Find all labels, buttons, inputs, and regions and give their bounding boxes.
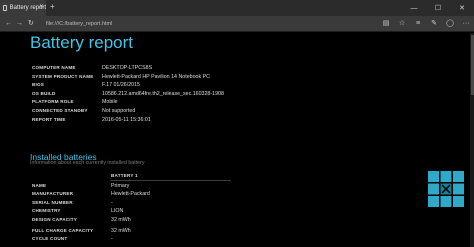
more-icon[interactable]: ··· <box>462 19 470 28</box>
row-value: DESKTOP-LTPCS8S <box>102 65 153 71</box>
divider <box>111 180 231 181</box>
toolbar-icons: ▤ ☆ ≡ ✎ ◯ ··· <box>382 19 470 28</box>
page-icon <box>3 5 7 11</box>
table-row: COMPUTER NAME DESKTOP-LTPCS8S <box>32 64 224 73</box>
row-label: FULL CHARGE CAPACITY <box>32 227 94 233</box>
table-row: SYSTEM PRODUCT NAME Hewlett-Packard HP P… <box>32 73 224 82</box>
url-field[interactable]: file:///C:/battery_report.html <box>46 19 216 29</box>
table-row: DESIGN CAPACITY 32 mWh <box>32 216 231 224</box>
table-row: FULL CHARGE CAPACITY 32 mWh <box>32 227 231 235</box>
table-row: OS BUILD 10586.212.amd64fre.th2_release_… <box>32 90 224 99</box>
table-row: CHEMISTRY LION <box>32 207 231 215</box>
table-row: PLATFORM ROLE Mobile <box>32 98 224 107</box>
row-value: 32 mWh <box>111 216 131 223</box>
row-label: BIOS <box>32 82 45 88</box>
web-note-icon[interactable]: ✎ <box>430 19 438 28</box>
row-label: CHEMISTRY <box>32 208 61 214</box>
window-controls: — ☐ ✕ <box>402 0 474 16</box>
header-spacer <box>32 171 111 180</box>
share-icon[interactable]: ◯ <box>446 19 454 28</box>
row-value: Hewlett-Packard <box>111 191 150 198</box>
row-value: F.17 01/26/2015 <box>102 82 140 89</box>
minimize-icon[interactable]: — <box>402 0 426 16</box>
vertical-scrollbar[interactable] <box>470 33 474 247</box>
row-label: CONNECTED STANDBY <box>32 107 88 113</box>
row-label: DESIGN CAPACITY <box>32 216 78 222</box>
table-row: BIOS F.17 01/26/2015 <box>32 81 224 90</box>
row-value: - <box>111 199 113 206</box>
table-row: CYCLE COUNT - <box>32 235 231 243</box>
row-value: 10586.212.amd64fre.th2_release_sec.16032… <box>102 90 224 97</box>
new-tab-icon[interactable]: + <box>50 3 55 11</box>
row-label: REPORT TIME <box>32 116 66 122</box>
close-icon[interactable]: ✕ <box>450 0 474 16</box>
table-header: BATTERY 1 <box>32 171 231 180</box>
favorite-star-icon[interactable]: ☆ <box>398 19 406 28</box>
row-value: - <box>111 236 113 243</box>
system-info-table: COMPUTER NAME DESKTOP-LTPCS8S SYSTEM PRO… <box>32 64 224 124</box>
address-bar: ← → ↻ file:///C:/battery_report.html ▤ ☆… <box>0 16 474 32</box>
page-title: Battery report <box>30 33 133 52</box>
table-row: MANUFACTURER Hewlett-Packard <box>32 190 231 198</box>
row-value: 2016-05-11 15:36:01 <box>102 116 151 123</box>
row-value: LION <box>111 208 124 215</box>
title-bar: Battery report ✕ + — ☐ ✕ <box>0 0 474 16</box>
row-value: Primary <box>111 183 130 189</box>
table-row: REPORT TIME 2016-05-11 15:36:01 <box>32 116 224 125</box>
page-content: Battery report COMPUTER NAME DESKTOP-LTP… <box>0 33 474 247</box>
row-value: Hewlett-Packard HP Pavilion 14 Notebook … <box>102 73 210 80</box>
forward-icon[interactable]: → <box>16 19 23 28</box>
row-label: COMPUTER NAME <box>32 65 76 70</box>
row-value: 32 mWh <box>111 227 131 234</box>
table-row: NAME Primary <box>32 182 231 190</box>
close-tab-icon[interactable]: ✕ <box>39 4 44 10</box>
row-label: OS BUILD <box>32 90 56 96</box>
table-row: CONNECTED STANDBY Not supported <box>32 107 224 116</box>
hub-icon[interactable]: ≡ <box>414 19 422 28</box>
tab-battery-report[interactable]: Battery report ✕ <box>0 0 46 16</box>
installed-batteries-table: BATTERY 1 NAME Primary MANUFACTURER Hewl… <box>32 171 231 244</box>
row-label: NAME <box>32 183 47 188</box>
row-label: SYSTEM PRODUCT NAME <box>32 73 94 79</box>
reading-view-icon[interactable]: ▤ <box>382 19 390 28</box>
section-subtitle: Information about each currently install… <box>30 160 145 166</box>
table-row: SERIAL NUMBER - <box>32 199 231 207</box>
refresh-icon[interactable]: ↻ <box>28 19 34 28</box>
column-header: BATTERY 1 <box>111 173 138 178</box>
row-label: CYCLE COUNT <box>32 236 68 242</box>
row-label: SERIAL NUMBER <box>32 199 73 205</box>
row-label: PLATFORM ROLE <box>32 99 74 105</box>
row-value: Not supported <box>102 107 136 114</box>
maximize-icon[interactable]: ☐ <box>426 0 450 16</box>
row-label: MANUFACTURER <box>32 191 74 197</box>
row-value: Mobile <box>102 99 118 106</box>
watermark-logo-icon <box>428 171 464 207</box>
back-icon[interactable]: ← <box>5 19 12 28</box>
